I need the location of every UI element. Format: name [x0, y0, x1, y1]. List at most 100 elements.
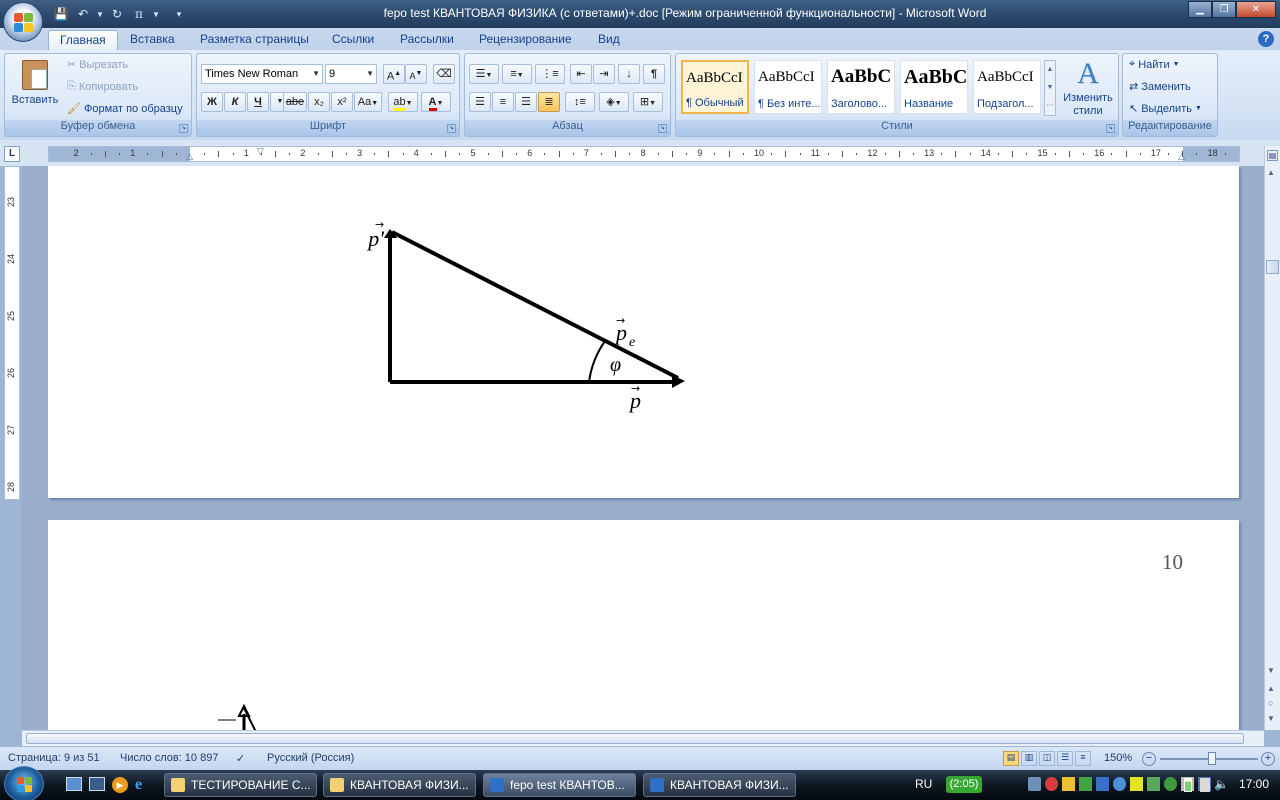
- clock[interactable]: 17:00: [1239, 777, 1269, 791]
- align-left-button[interactable]: ☰: [469, 92, 491, 112]
- tray-arrow-icon[interactable]: [1130, 777, 1143, 791]
- language-indicator[interactable]: Русский (Россия): [267, 752, 354, 764]
- font-name-combo[interactable]: Times New Roman ▼: [201, 64, 323, 84]
- first-line-indent-marker[interactable]: ▽: [257, 146, 264, 157]
- justify-button[interactable]: ≣: [538, 92, 560, 112]
- styles-launcher-icon[interactable]: ↘: [1106, 124, 1115, 133]
- tab-view[interactable]: Вид: [587, 30, 631, 50]
- tab-insert[interactable]: Вставка: [119, 30, 186, 50]
- find-button[interactable]: ⌖ Найти ▼: [1129, 58, 1180, 71]
- full-screen-reading-icon[interactable]: ▥: [1021, 751, 1037, 766]
- superscript-button[interactable]: x²: [331, 92, 353, 112]
- tray-network-icon[interactable]: [1028, 777, 1041, 791]
- draft-view-icon[interactable]: ≡: [1075, 751, 1091, 766]
- style-no-spacing[interactable]: AaBbCcI ¶ Без инте...: [754, 60, 822, 114]
- strikethrough-button[interactable]: abe: [283, 92, 307, 112]
- change-styles-button[interactable]: A Изменить стили: [1060, 58, 1116, 120]
- equation-dropdown-icon[interactable]: ▼: [152, 5, 160, 23]
- next-page-icon[interactable]: ▼: [1267, 714, 1275, 723]
- decrease-indent-button[interactable]: ⇤: [570, 64, 592, 84]
- zoom-slider-thumb[interactable]: [1208, 752, 1216, 765]
- save-icon[interactable]: 💾: [52, 5, 70, 23]
- browse-object-icon[interactable]: ○: [1268, 698, 1273, 708]
- word-count[interactable]: Число слов: 10 897: [120, 752, 218, 764]
- tray-security-icon[interactable]: [1164, 777, 1177, 791]
- borders-button[interactable]: ⊞▼: [633, 92, 663, 112]
- scroll-down-icon[interactable]: ▼: [1267, 666, 1275, 675]
- restore-button[interactable]: ❐: [1212, 1, 1236, 18]
- document-page[interactable]: p′ → p e → φ p →: [48, 166, 1239, 498]
- right-indent-marker[interactable]: △: [1178, 151, 1185, 162]
- internet-explorer-icon[interactable]: e: [135, 777, 151, 793]
- undo-icon[interactable]: ↶: [74, 5, 92, 23]
- scroll-up-icon[interactable]: ▲: [1267, 168, 1275, 177]
- bold-button[interactable]: Ж: [201, 92, 223, 112]
- spellcheck-icon[interactable]: ✓: [236, 752, 245, 765]
- left-indent-marker[interactable]: △: [186, 151, 193, 162]
- outline-view-icon[interactable]: ☰: [1057, 751, 1073, 766]
- tray-shield-icon[interactable]: [1062, 777, 1075, 791]
- shading-button[interactable]: ◈▼: [599, 92, 629, 112]
- horizontal-scrollbar[interactable]: [22, 730, 1264, 746]
- horizontal-ruler[interactable]: 2 1 1 2 3 4 5 6 7 8 9 10 11 12 13 14 15 16 17 18 ▽ △ △: [48, 146, 1240, 162]
- show-desktop-icon[interactable]: [89, 777, 105, 791]
- document-workspace[interactable]: p′ → p e → φ p → 10: [22, 166, 1264, 730]
- sort-button[interactable]: ↓: [618, 64, 640, 84]
- taskbar-item[interactable]: fepo test КВАНТОВ...: [483, 773, 636, 797]
- volume-icon[interactable]: 🔈: [1214, 777, 1229, 791]
- web-layout-icon[interactable]: ◫: [1039, 751, 1055, 766]
- select-button[interactable]: ↖ Выделить ▼: [1129, 102, 1202, 116]
- font-size-combo[interactable]: 9 ▼: [325, 64, 377, 84]
- paste-button[interactable]: Вставить: [9, 58, 61, 118]
- replace-button[interactable]: ⇄ Заменить: [1129, 80, 1191, 94]
- style-subtitle[interactable]: AaBbCcI Подзагол...: [973, 60, 1041, 114]
- vertical-scrollbar[interactable]: ▤ ▲ ▼ ▲ ○ ▼: [1264, 146, 1280, 730]
- format-painter-button[interactable]: 🖌 Формат по образцу: [67, 102, 183, 116]
- style-normal[interactable]: AaBbCcI ¶ Обычный: [681, 60, 749, 114]
- shrink-font-button[interactable]: A▼: [405, 64, 427, 84]
- taskbar-item[interactable]: КВАНТОВАЯ ФИЗИ...: [323, 773, 476, 797]
- zoom-out-icon[interactable]: −: [1142, 752, 1156, 766]
- minimize-button[interactable]: ▁: [1188, 1, 1212, 18]
- wireless-icon[interactable]: [1200, 778, 1210, 792]
- tab-mailings[interactable]: Рассылки: [389, 30, 465, 50]
- font-color-button[interactable]: A▼: [421, 92, 451, 112]
- tab-references[interactable]: Ссылки: [321, 30, 385, 50]
- highlight-button[interactable]: ab▼: [388, 92, 418, 112]
- copy-button[interactable]: ⎘ Копировать: [67, 80, 138, 93]
- paragraph-launcher-icon[interactable]: ↘: [658, 124, 667, 133]
- bullets-button[interactable]: ☰▼: [469, 64, 499, 84]
- media-player-icon[interactable]: ▶: [112, 777, 128, 793]
- subscript-button[interactable]: x₂: [308, 92, 330, 112]
- ruler-toggle-icon[interactable]: ▤: [1267, 150, 1278, 161]
- tray-display-icon[interactable]: [1096, 777, 1109, 791]
- previous-page-icon[interactable]: ▲: [1267, 684, 1275, 693]
- battery-status[interactable]: (2:05): [946, 776, 982, 793]
- style-title[interactable]: AaBbC Название: [900, 60, 968, 114]
- line-spacing-button[interactable]: ↕≡: [565, 92, 595, 112]
- page-count[interactable]: Страница: 9 из 51: [8, 752, 100, 764]
- tab-selector-icon[interactable]: L: [4, 146, 20, 162]
- font-launcher-icon[interactable]: ↘: [447, 124, 456, 133]
- document-page[interactable]: 10: [48, 520, 1239, 730]
- grow-font-button[interactable]: A▲: [383, 64, 405, 84]
- tray-sync-icon[interactable]: [1113, 777, 1126, 791]
- print-layout-icon[interactable]: ▤: [1003, 751, 1019, 766]
- battery-icon[interactable]: [1184, 778, 1192, 792]
- underline-button[interactable]: Ч: [247, 92, 269, 112]
- tab-page-layout[interactable]: Разметка страницы: [189, 30, 320, 50]
- switch-windows-icon[interactable]: [66, 777, 82, 791]
- tab-home[interactable]: Главная: [48, 30, 118, 50]
- show-marks-button[interactable]: ¶: [643, 64, 665, 84]
- close-button[interactable]: ✕: [1236, 1, 1276, 18]
- align-center-button[interactable]: ≡: [492, 92, 514, 112]
- horizontal-scroll-thumb[interactable]: [26, 733, 1244, 744]
- change-case-button[interactable]: Aa▼: [354, 92, 382, 112]
- numbering-button[interactable]: ≡▼: [502, 64, 532, 84]
- styles-scroll[interactable]: ▲ ▼ ⋯: [1044, 60, 1056, 116]
- cut-button[interactable]: ✂ Вырезать: [67, 58, 128, 72]
- taskbar-item[interactable]: КВАНТОВАЯ ФИЗИ...: [643, 773, 796, 797]
- tray-update-icon[interactable]: [1079, 777, 1092, 791]
- undo-dropdown-icon[interactable]: ▼: [96, 5, 104, 23]
- tab-review[interactable]: Рецензирование: [468, 30, 583, 50]
